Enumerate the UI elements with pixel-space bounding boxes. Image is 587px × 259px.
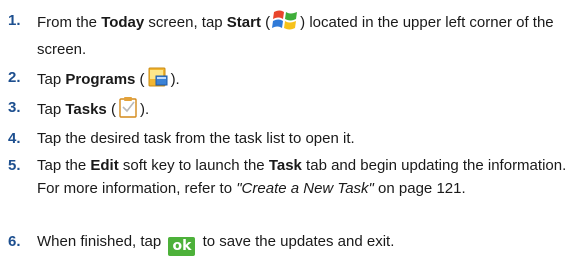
- step-number: 5.: [8, 157, 21, 174]
- tasks-clipboard-icon: [118, 96, 138, 125]
- cross-reference-link[interactable]: "Create a New Task": [236, 180, 374, 197]
- step-number: 3.: [8, 99, 21, 116]
- step-5: 5. Tap the Edit soft key to launch the Ta…: [0, 154, 587, 200]
- step-3: 3. Tap Tasks ( ).: [0, 96, 587, 125]
- programs-folder-icon: [147, 66, 169, 95]
- step-6: 6. When finished, tap ok to save the upda…: [0, 230, 587, 256]
- step-1: 1. From the Today screen, tap Start ( ) l…: [0, 9, 587, 61]
- step-2: 2. Tap Programs ( ).: [0, 66, 587, 95]
- ok-button-icon: ok: [168, 237, 196, 256]
- step-4: 4. Tap the desired task from the task lis…: [0, 127, 587, 150]
- windows-start-icon: [272, 9, 298, 38]
- step-number: 2.: [8, 69, 21, 86]
- step-number: 6.: [8, 233, 21, 250]
- step-number: 1.: [8, 12, 21, 29]
- step-number: 4.: [8, 130, 21, 147]
